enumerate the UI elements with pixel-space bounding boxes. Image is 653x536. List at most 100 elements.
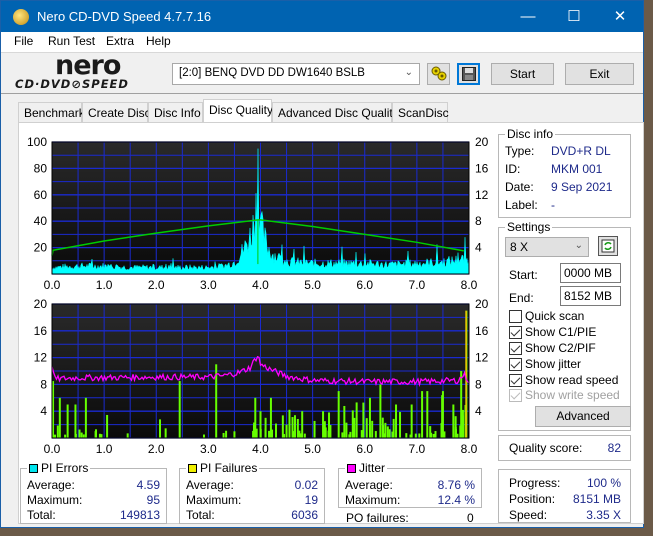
y-left-tick-label: 4 (40, 404, 47, 418)
pi-failures-title: PI Failures (186, 461, 260, 475)
pi-failures-bar (82, 434, 85, 438)
pi-failures-bar (313, 420, 316, 438)
pi-failures-bar (292, 432, 295, 438)
tab-scandisc[interactable]: ScanDisc (392, 102, 449, 123)
menu-extra[interactable]: Extra (106, 34, 134, 48)
start-label: Start: (509, 268, 538, 282)
pi-failures-bar (371, 420, 374, 438)
close-button[interactable]: ✕ (597, 1, 643, 32)
advanced-button[interactable]: Advanced (535, 406, 631, 427)
speed-select[interactable]: 8 X ⌄ (505, 237, 589, 257)
tab-disc-quality[interactable]: Disc Quality (203, 99, 273, 123)
quick-scan-checkbox[interactable] (509, 310, 522, 323)
exit-button[interactable]: Exit (565, 63, 634, 85)
pi-failures-group: PI Failures Average: 0.02 Maximum: 19 To… (179, 461, 325, 524)
pi-failures-bar (58, 397, 61, 438)
settings-group: Settings 8 X ⌄ Start: 0000 MB End: 8152 … (498, 220, 631, 431)
pi-failures-bar (343, 405, 346, 438)
x-tick-label: 5.0 (304, 442, 321, 456)
minimize-button[interactable]: — (505, 1, 551, 32)
po-failures-value: 0 (467, 511, 474, 525)
y-left-tick-label: 20 (34, 297, 48, 311)
maximize-button[interactable]: ☐ (551, 1, 597, 32)
drive-select[interactable]: [2:0] BENQ DVD DD DW1640 BSLB ⌄ (172, 63, 420, 85)
show-jitter-checkbox[interactable] (509, 358, 522, 371)
app-window: Nero CD-DVD Speed 4.7.7.16 — ☐ ✕ File Ru… (0, 0, 644, 528)
title-bar: Nero CD-DVD Speed 4.7.7.16 — ☐ ✕ (1, 1, 643, 32)
tab-benchmark[interactable]: Benchmark (18, 102, 85, 123)
jitter-max-label: Maximum: (345, 493, 401, 507)
pi-failures-bar (418, 433, 421, 438)
show-read-speed-checkbox[interactable] (509, 374, 522, 387)
pi-errors-title: PI Errors (27, 461, 91, 475)
menu-help[interactable]: Help (146, 34, 171, 48)
x-tick-label: 6.0 (356, 442, 373, 456)
tab-advanced-disc-quality[interactable]: Advanced Disc Quality (272, 102, 399, 123)
pi-failures-bar (303, 433, 306, 438)
pi-failures-bar (202, 434, 205, 438)
start-input[interactable]: 0000 MB (560, 263, 621, 283)
y-right-tick-label: 8 (475, 377, 482, 391)
pi-errors-max-label: Maximum: (27, 493, 83, 507)
y-left-tick-label: 16 (34, 324, 48, 338)
tab-create-disc[interactable]: Create Disc (82, 102, 151, 123)
pi-failures-bar (298, 430, 301, 438)
end-input[interactable]: 8152 MB (560, 286, 621, 306)
pi-failures-bar (106, 414, 109, 438)
jitter-swatch (347, 464, 356, 473)
disc-date-value: 9 Sep 2021 (551, 180, 613, 194)
pi-failures-bar (66, 404, 69, 438)
pi-errors-title-text: PI Errors (41, 461, 89, 475)
jitter-title-text: Jitter (359, 461, 386, 475)
y-left-tick-label: 40 (34, 214, 48, 228)
jitter-title: Jitter (345, 461, 388, 475)
save-button[interactable] (457, 63, 480, 85)
pi-failures-bar (126, 433, 129, 438)
pi-errors-max-value: 95 (146, 493, 160, 507)
pi-failures-bar (159, 419, 162, 438)
pi-errors-swatch (29, 464, 38, 473)
pi-failures-bar (348, 434, 351, 438)
pi-failures-bar (84, 397, 87, 438)
pi-failures-bar (440, 427, 443, 438)
pi-failures-bar (382, 433, 385, 438)
pi-failures-bar (374, 431, 377, 438)
quality-score-group: Quality score: 82 (498, 435, 631, 461)
quality-score-value: 82 (607, 441, 621, 455)
pi-failures-bar (283, 434, 286, 438)
start-button[interactable]: Start (491, 63, 554, 85)
menu-file[interactable]: File (14, 34, 33, 48)
pi-failures-bar (288, 409, 291, 438)
y-left-tick-label: 100 (27, 135, 47, 149)
pi-failures-bar (388, 429, 391, 438)
x-tick-label: 4.0 (252, 442, 269, 456)
disc-type-label: Type: (505, 144, 535, 158)
y-right-tick-label: 12 (475, 351, 489, 365)
drive-properties-button[interactable] (427, 63, 450, 85)
pi-failures-bar (225, 430, 228, 438)
pi-failures-max-value: 19 (304, 493, 318, 507)
show-c1-label: Show C1/PIE (525, 325, 597, 339)
pi-failures-bar (324, 427, 327, 438)
show-jitter-label: Show jitter (525, 357, 582, 371)
pi-failures-bar (432, 433, 435, 438)
y-right-tick-label: 4 (475, 241, 482, 255)
y-left-tick-label: 80 (34, 161, 48, 175)
jitter-avg-label: Average: (345, 478, 393, 492)
refresh-speed-button[interactable] (598, 236, 618, 256)
x-tick-label: 5.0 (304, 278, 321, 292)
show-write-speed-label: Show write speed (525, 388, 620, 402)
pi-failures-bar (64, 434, 67, 438)
show-write-speed-checkbox (509, 389, 522, 402)
y-left-tick-label: 12 (34, 351, 48, 365)
disc-label-label: Label: (505, 198, 538, 212)
show-c2-checkbox[interactable] (509, 342, 522, 355)
po-failures-label: PO failures: (346, 511, 409, 525)
menu-bar: File Run Test Extra Help (1, 32, 643, 52)
speed-label: Speed: (509, 508, 548, 522)
window-title: Nero CD-DVD Speed 4.7.7.16 (37, 9, 212, 24)
menu-run-test[interactable]: Run Test (48, 34, 95, 48)
pi-failures-bar (300, 433, 303, 438)
tab-disc-info[interactable]: Disc Info (148, 102, 203, 123)
show-c1-checkbox[interactable] (509, 326, 522, 339)
